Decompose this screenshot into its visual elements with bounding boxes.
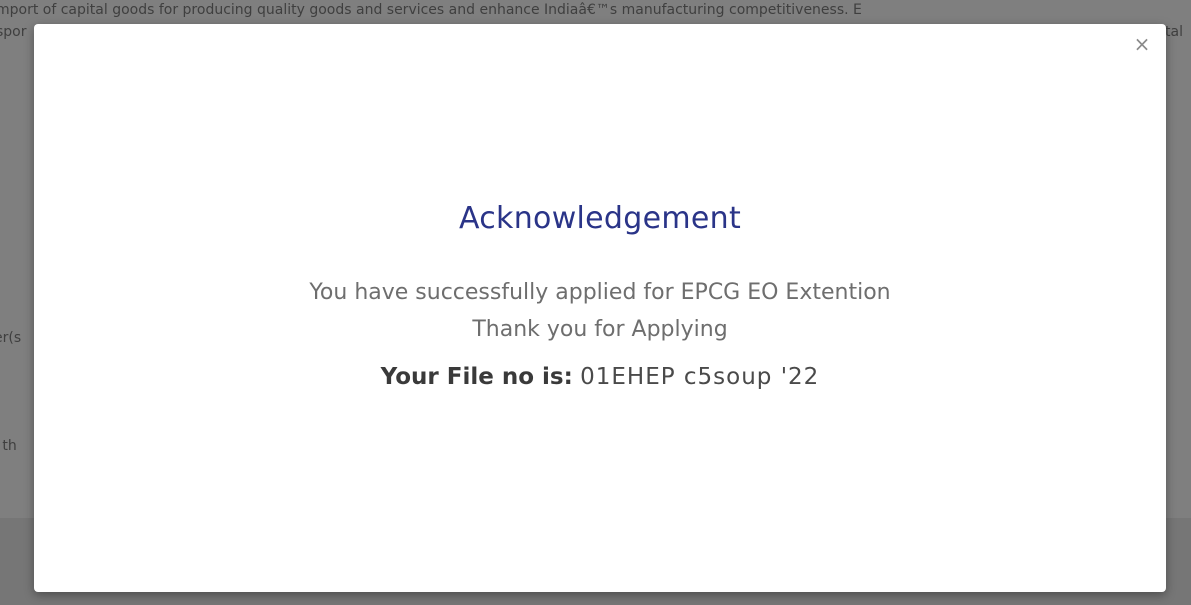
- background-text-fragment: er(s: [0, 330, 22, 346]
- file-number-label: Your File no is:: [380, 364, 573, 390]
- background-text-fragment: tal: [1165, 24, 1183, 40]
- thank-you-message: Thank you for Applying: [472, 317, 728, 342]
- background-text-fragment: l th: [0, 438, 17, 454]
- background-text-line: mport of capital goods for producing qua…: [0, 2, 862, 18]
- file-number-value: 01EHEP c5soup '22: [580, 364, 820, 390]
- background-text-fragment: spor: [0, 24, 27, 40]
- file-number-row: Your File no is: 01EHEP c5soup '22: [34, 364, 1166, 390]
- success-message: You have successfully applied for EPCG E…: [309, 280, 891, 305]
- acknowledgement-modal: × Acknowledgement You have successfully …: [34, 24, 1166, 592]
- modal-title: Acknowledgement: [458, 201, 742, 236]
- modal-content: Acknowledgement You have successfully ap…: [34, 201, 1166, 390]
- close-icon[interactable]: ×: [1132, 34, 1152, 54]
